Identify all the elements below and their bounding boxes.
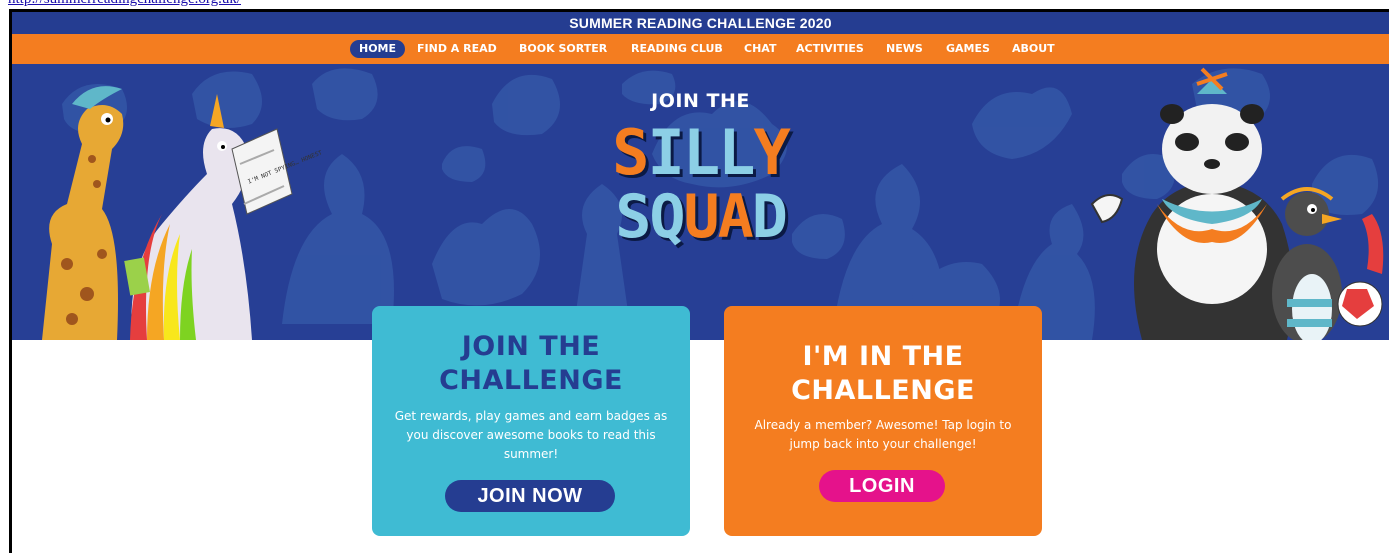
nav-reading-club[interactable]: READING CLUB xyxy=(631,40,723,58)
logo-letter: U xyxy=(683,182,719,252)
join-card-title-line1: JOIN THE xyxy=(461,331,601,362)
challenge-banner: SUMMER READING CHALLENGE 2020 xyxy=(12,12,1389,34)
logo-letter: Y xyxy=(753,116,790,189)
login-challenge-card: I'M IN THE CHALLENGE Already a member? A… xyxy=(724,306,1042,536)
nav-find-a-read[interactable]: FIND A READ xyxy=(417,40,497,58)
nav-games[interactable]: GAMES xyxy=(946,40,990,58)
logo-letter: A xyxy=(717,182,754,252)
hero-banner: I'M NOT SPYING… HONEST JOIN THE SILLY SQ… xyxy=(12,64,1389,340)
join-card-title: JOIN THE CHALLENGE xyxy=(372,330,690,398)
join-card-description: Get rewards, play games and earn badges … xyxy=(394,409,668,461)
hero-join-the-text: JOIN THE xyxy=(651,90,750,112)
page-frame: SUMMER READING CHALLENGE 2020 HOME FIND … xyxy=(9,9,1389,553)
login-card-title-line1: I'M IN THE xyxy=(802,341,964,372)
nav-activities[interactable]: ACTIVITIES xyxy=(796,40,864,58)
logo-letter: D xyxy=(751,182,788,252)
nav-chat[interactable]: CHAT xyxy=(744,40,776,58)
nav-about[interactable]: ABOUT xyxy=(1012,40,1055,58)
nav-news[interactable]: NEWS xyxy=(886,40,923,58)
login-button[interactable]: LOGIN xyxy=(819,470,945,502)
join-card-title-line2: CHALLENGE xyxy=(439,365,623,396)
login-card-description: Already a member? Awesome! Tap login to … xyxy=(754,418,1012,451)
main-navigation: HOME FIND A READ BOOK SORTER READING CLU… xyxy=(12,34,1389,64)
login-card-title-line2: CHALLENGE xyxy=(791,375,975,406)
nav-book-sorter[interactable]: BOOK SORTER xyxy=(519,40,607,58)
join-challenge-card: JOIN THE CHALLENGE Get rewards, play gam… xyxy=(372,306,690,536)
logo-letter: Q xyxy=(649,182,685,252)
silly-logo-word: SILLY xyxy=(12,116,1389,189)
site-url-link[interactable]: http://summerreadingchallenge.org.uk/ xyxy=(8,0,241,8)
squad-logo-word: SQUAD xyxy=(12,182,1389,252)
top-url-link-strip: http://summerreadingchallenge.org.uk/ xyxy=(0,0,1389,9)
login-card-title: I'M IN THE CHALLENGE xyxy=(724,340,1042,408)
logo-letter: L xyxy=(718,116,755,189)
join-now-button[interactable]: JOIN NOW xyxy=(445,480,615,512)
logo-letter: S xyxy=(615,182,651,252)
logo-letter: I xyxy=(647,116,685,189)
logo-letter: L xyxy=(682,116,720,189)
logo-letter: S xyxy=(612,116,649,189)
nav-home[interactable]: HOME xyxy=(350,40,406,58)
